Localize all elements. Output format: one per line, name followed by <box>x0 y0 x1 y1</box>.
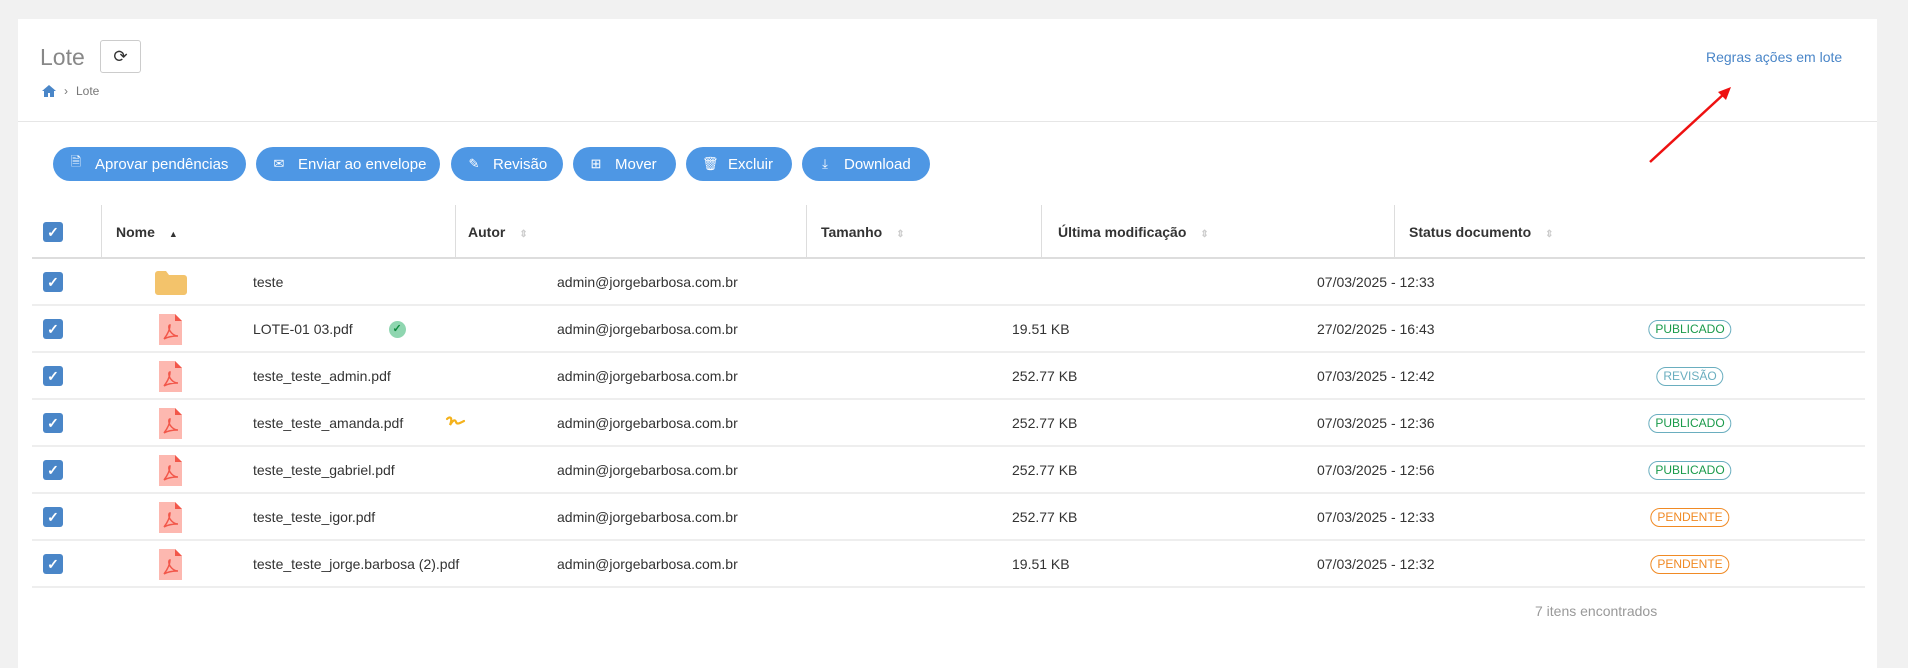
author: admin@jorgebarbosa.com.br <box>557 462 738 478</box>
mover-button[interactable]: ⊞ Mover <box>573 147 676 181</box>
enviar-ao-envelope-button[interactable]: ✉ Enviar ao envelope <box>256 147 440 181</box>
status-badge: PUBLICADO <box>1648 320 1732 339</box>
modified-date: 07/03/2025 - 12:33 <box>1317 274 1435 290</box>
revisao-button[interactable]: ✎ Revisão <box>451 147 563 181</box>
status-badge: PENDENTE <box>1650 555 1730 574</box>
column-ultima-modificacao[interactable]: Última modificação ⇕ <box>1058 205 1209 259</box>
file-size: 252.77 KB <box>1012 509 1078 525</box>
row-checkbox[interactable]: ✓ <box>43 413 63 433</box>
modified-date: 07/03/2025 - 12:56 <box>1317 462 1435 478</box>
table-row[interactable]: ✓ teste_teste_jorge.barbosa (2).pdf admi… <box>32 541 1865 588</box>
sort-icon: ⇕ <box>1200 229 1209 240</box>
aprovar-pendencias-button[interactable]: 🗎 Aprovar pendências <box>53 147 246 181</box>
excluir-button[interactable]: 🗑 Excluir <box>686 147 792 181</box>
status-badge: PUBLICADO <box>1648 414 1732 433</box>
file-size: 19.51 KB <box>1012 556 1070 572</box>
table-row[interactable]: ✓ teste_teste_igor.pdf admin@jorgebarbos… <box>32 494 1865 541</box>
file-name[interactable]: teste_teste_gabriel.pdf <box>253 447 395 494</box>
file-size: 252.77 KB <box>1012 415 1078 431</box>
trash-icon: 🗑 <box>702 156 719 171</box>
table-row[interactable]: ✓ teste_teste_admin.pdf admin@jorgebarbo… <box>32 353 1865 400</box>
column-autor[interactable]: Autor ⇕ <box>468 205 528 259</box>
signed-check-icon: ✓ <box>388 321 406 338</box>
sort-icon: ⇕ <box>519 229 528 240</box>
author: admin@jorgebarbosa.com.br <box>557 509 738 525</box>
file-name[interactable]: teste_teste_amanda.pdf <box>253 400 403 447</box>
signature-icon <box>445 416 465 426</box>
modified-date: 07/03/2025 - 12:33 <box>1317 509 1435 525</box>
pdf-file-icon <box>159 502 182 533</box>
file-name[interactable]: teste <box>253 259 283 306</box>
folder-icon <box>155 271 187 295</box>
row-checkbox[interactable]: ✓ <box>43 319 63 339</box>
pdf-file-icon <box>159 455 182 486</box>
pdf-file-icon <box>159 361 182 392</box>
pdf-file-icon <box>159 408 182 439</box>
edit-icon: ✎ <box>468 156 480 171</box>
author: admin@jorgebarbosa.com.br <box>557 321 738 337</box>
envelope-icon: ✉ <box>273 156 285 171</box>
table-header: ✓ Nome ▲ Autor ⇕ Tamanho ⇕ Última modificaç… <box>32 205 1865 259</box>
column-nome[interactable]: Nome ▲ <box>116 205 178 259</box>
file-name[interactable]: LOTE-01 03.pdf <box>253 306 353 353</box>
author: admin@jorgebarbosa.com.br <box>557 415 738 431</box>
row-checkbox[interactable]: ✓ <box>43 507 63 527</box>
author: admin@jorgebarbosa.com.br <box>557 274 738 290</box>
author: admin@jorgebarbosa.com.br <box>557 556 738 572</box>
result-count: 7 itens encontrados <box>1535 603 1658 619</box>
file-size: 252.77 KB <box>1012 462 1078 478</box>
file-name[interactable]: teste_teste_admin.pdf <box>253 353 391 400</box>
column-tamanho[interactable]: Tamanho ⇕ <box>821 205 905 259</box>
modified-date: 07/03/2025 - 12:42 <box>1317 368 1435 384</box>
pdf-file-icon <box>159 549 182 580</box>
row-checkbox[interactable]: ✓ <box>43 272 63 292</box>
table-row[interactable]: ✓ teste_teste_amanda.pdf admin@jorgebarb… <box>32 400 1865 447</box>
author: admin@jorgebarbosa.com.br <box>557 368 738 384</box>
status-badge: PENDENTE <box>1650 508 1730 527</box>
file-size: 19.51 KB <box>1012 321 1070 337</box>
select-all-checkbox[interactable]: ✓ <box>43 222 63 242</box>
table-row[interactable]: ✓ teste_teste_gabriel.pdf admin@jorgebar… <box>32 447 1865 494</box>
modified-date: 07/03/2025 - 12:36 <box>1317 415 1435 431</box>
download-button[interactable]: ⤓ Download <box>802 147 930 181</box>
status-badge: PUBLICADO <box>1648 461 1732 480</box>
file-name[interactable]: teste_teste_igor.pdf <box>253 494 375 541</box>
file-size: 252.77 KB <box>1012 368 1078 384</box>
row-checkbox[interactable]: ✓ <box>43 366 63 386</box>
column-status[interactable]: Status documento ⇕ <box>1409 205 1554 259</box>
modified-date: 07/03/2025 - 12:32 <box>1317 556 1435 572</box>
tree-icon: ⊞ <box>590 156 602 171</box>
pdf-file-icon <box>159 314 182 345</box>
file-name[interactable]: teste_teste_jorge.barbosa (2).pdf <box>253 541 459 588</box>
status-badge: REVISÃO <box>1656 367 1724 386</box>
sort-icon: ⇕ <box>1545 229 1554 240</box>
row-checkbox[interactable]: ✓ <box>43 460 63 480</box>
sort-icon: ⇕ <box>896 229 905 240</box>
row-checkbox[interactable]: ✓ <box>43 554 63 574</box>
table-row[interactable]: ✓ LOTE-01 03.pdf ✓ admin@jorgebarbosa.co… <box>32 306 1865 353</box>
sort-asc-icon: ▲ <box>168 229 178 239</box>
download-icon: ⤓ <box>822 156 828 171</box>
modified-date: 27/02/2025 - 16:43 <box>1317 321 1435 337</box>
table-row[interactable]: ✓ teste admin@jorgebarbosa.com.br 07/03/… <box>32 259 1865 306</box>
file-check-icon: 🗎 <box>70 154 82 169</box>
